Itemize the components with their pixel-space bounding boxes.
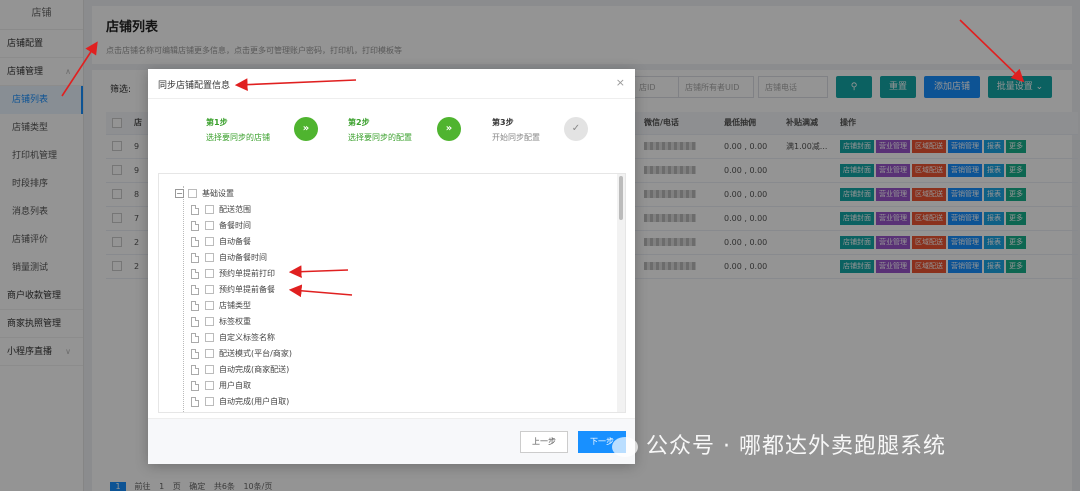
step-1: 第1步 选择要同步的店铺 xyxy=(206,117,270,143)
tree-checkbox[interactable] xyxy=(205,253,214,262)
close-icon[interactable]: × xyxy=(616,76,625,89)
tree-checkbox[interactable] xyxy=(188,189,197,198)
tree-checkbox[interactable] xyxy=(205,397,214,406)
tree-node[interactable]: 用户自取 xyxy=(159,378,625,394)
tree-node-label: 标签权重 xyxy=(219,317,251,326)
tree-checkbox[interactable] xyxy=(205,365,214,374)
step-2: 第2步 选择要同步的配置 xyxy=(348,117,412,143)
tree-checkbox[interactable] xyxy=(205,221,214,230)
document-icon xyxy=(191,236,199,247)
tree-checkbox[interactable] xyxy=(205,285,214,294)
tree-checkbox[interactable] xyxy=(205,269,214,278)
scrollbar-thumb[interactable] xyxy=(619,176,623,220)
previous-step-button[interactable]: 上一步 xyxy=(520,431,568,453)
tree-node-label: 配送模式(平台/商家) xyxy=(219,349,292,358)
tree-node-label: 自动完成(商家配送) xyxy=(219,365,290,374)
dialog-title: 同步店铺配置信息 xyxy=(158,81,231,91)
sync-config-dialog: 同步店铺配置信息 × 第1步 选择要同步的店铺 » 第2步 选择要同步的配置 »… xyxy=(148,69,635,464)
double-chevron-right-icon: » xyxy=(437,117,461,141)
config-tree: − 基础设置 配送范围备餐时间自动备餐自动备餐时间 预约单提前打印 预约单提前备餐 店铺… xyxy=(158,173,626,413)
tree-node-label: 店铺类型 xyxy=(219,301,251,310)
collapse-icon[interactable]: − xyxy=(175,189,184,198)
double-chevron-right-icon: » xyxy=(294,117,318,141)
dialog-header: 同步店铺配置信息 × xyxy=(148,69,635,99)
tree-children: 配送范围备餐时间自动备餐自动备餐时间 预约单提前打印 预约单提前备餐 店铺类型标签权重… xyxy=(159,202,625,410)
document-icon xyxy=(191,396,199,407)
step-number: 第1步 xyxy=(206,118,228,127)
step-3: 第3步 开始同步配置 xyxy=(492,117,540,143)
tree-node-label: 预约单提前打印 xyxy=(219,269,275,278)
document-icon xyxy=(191,348,199,359)
tree-checkbox[interactable] xyxy=(205,381,214,390)
tree-node[interactable]: 自动备餐 xyxy=(159,234,625,250)
tree-node[interactable]: 预约单提前打印 xyxy=(159,266,625,282)
tree-node[interactable]: 配送模式(平台/商家) xyxy=(159,346,625,362)
tree-node-basic-settings[interactable]: − 基础设置 xyxy=(159,186,625,202)
tree-node[interactable]: 预约单提前备餐 xyxy=(159,282,625,298)
document-icon xyxy=(191,220,199,231)
tree-node[interactable]: 自动完成(用户自取) xyxy=(159,394,625,410)
tree-checkbox[interactable] xyxy=(205,237,214,246)
tree-node-label: 基础设置 xyxy=(202,189,234,198)
tree-node[interactable]: 自动完成(商家配送) xyxy=(159,362,625,378)
tree-node[interactable]: 配送范围 xyxy=(159,202,625,218)
tree-node[interactable]: 店铺类型 xyxy=(159,298,625,314)
step-description: 选择要同步的配置 xyxy=(348,133,412,142)
wechat-icon xyxy=(612,437,638,457)
step-number: 第2步 xyxy=(348,118,370,127)
tree-node-label: 自动备餐时间 xyxy=(219,253,267,262)
document-icon xyxy=(191,332,199,343)
dialog-footer: 上一步 下一步 xyxy=(148,418,635,464)
step-indicator: 第1步 选择要同步的店铺 » 第2步 选择要同步的配置 » 第3步 开始同步配置… xyxy=(148,107,635,161)
tree-node[interactable]: 标签权重 xyxy=(159,314,625,330)
step-number: 第3步 xyxy=(492,118,514,127)
tree-scrollbar[interactable] xyxy=(617,174,625,412)
document-icon xyxy=(191,380,199,391)
document-icon xyxy=(191,204,199,215)
tree-node[interactable]: 自定义标签名称 xyxy=(159,330,625,346)
tree-node-label: 自动备餐 xyxy=(219,237,251,246)
document-icon xyxy=(191,300,199,311)
step-description: 选择要同步的店铺 xyxy=(206,133,270,142)
tree-checkbox[interactable] xyxy=(205,205,214,214)
tree-node-label: 自动完成(用户自取) xyxy=(219,397,290,406)
tree-node-label: 自定义标签名称 xyxy=(219,333,275,342)
tree-node-label: 用户自取 xyxy=(219,381,251,390)
tree-checkbox[interactable] xyxy=(205,333,214,342)
document-icon xyxy=(191,364,199,375)
tree-checkbox[interactable] xyxy=(205,317,214,326)
document-icon xyxy=(191,316,199,327)
watermark: 公众号 · 哪都达外卖跑腿系统 xyxy=(612,428,946,460)
tree-node[interactable]: 自动备餐时间 xyxy=(159,250,625,266)
document-icon xyxy=(191,284,199,295)
tree-node-label: 配送范围 xyxy=(219,205,251,214)
document-icon xyxy=(191,252,199,263)
document-icon xyxy=(191,268,199,279)
check-icon: ✓ xyxy=(564,117,588,141)
tree-node-label: 备餐时间 xyxy=(219,221,251,230)
tree-node[interactable]: 备餐时间 xyxy=(159,218,625,234)
tree-checkbox[interactable] xyxy=(205,301,214,310)
tree-checkbox[interactable] xyxy=(205,349,214,358)
watermark-text: 公众号 · 哪都达外卖跑腿系统 xyxy=(646,434,946,459)
step-description: 开始同步配置 xyxy=(492,133,540,142)
tree-node-label: 预约单提前备餐 xyxy=(219,285,275,294)
